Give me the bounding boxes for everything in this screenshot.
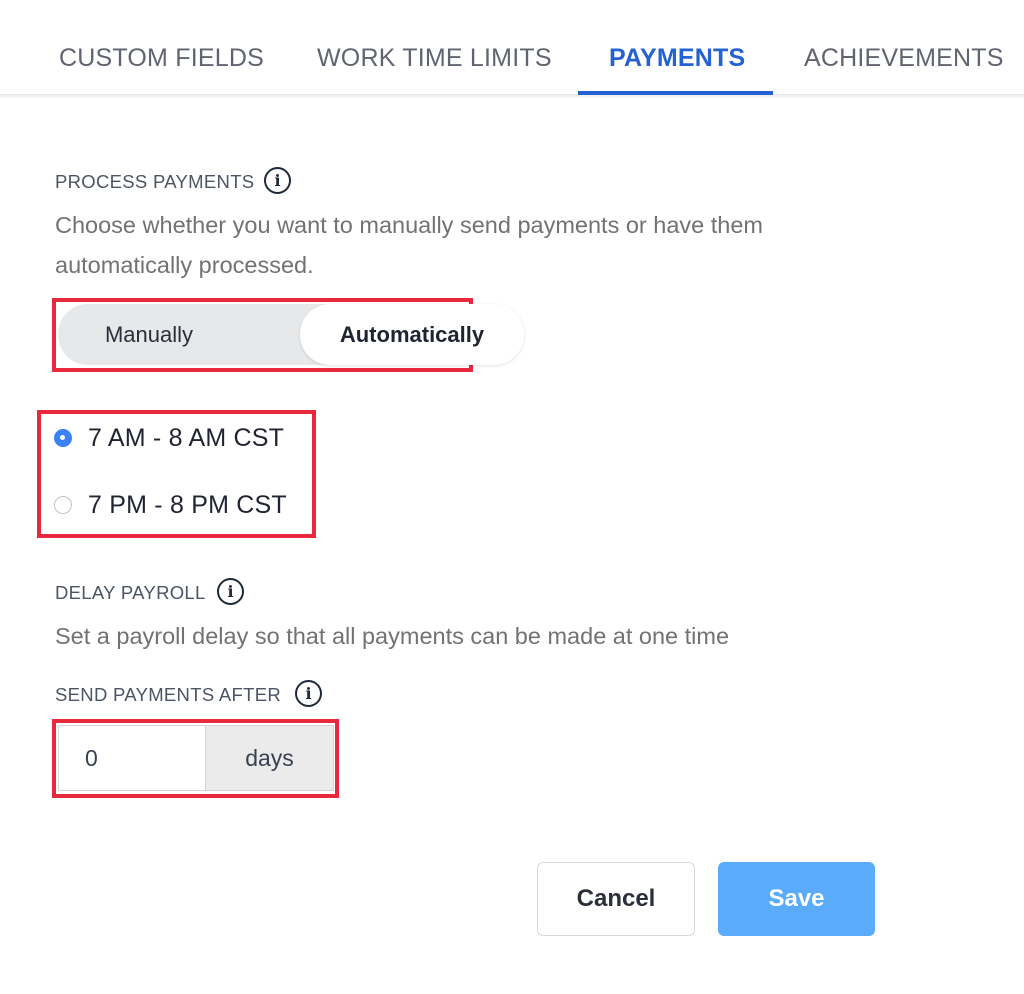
delay-days-input[interactable] <box>59 726 205 790</box>
time-window-label: 7 PM - 8 PM CST <box>88 490 287 519</box>
tab-work-time-limits[interactable]: WORK TIME LIMITS <box>317 44 552 95</box>
days-unit-addon: days <box>205 726 333 790</box>
time-window-label: 7 AM - 8 AM CST <box>88 423 285 452</box>
info-icon[interactable]: i <box>217 578 244 605</box>
save-button[interactable]: Save <box>718 862 875 936</box>
toggle-option-automatically[interactable]: Automatically <box>300 304 524 365</box>
delay-payroll-description: Set a payroll delay so that all payments… <box>55 623 730 649</box>
radio-button-checked[interactable] <box>54 429 72 447</box>
tab-achievements[interactable]: ACHIEVEMENTS <box>804 44 1004 95</box>
info-icon[interactable]: i <box>295 680 322 707</box>
toggle-option-manually[interactable]: Manually <box>58 304 240 365</box>
delay-payroll-label: DELAY PAYROLL <box>55 582 206 603</box>
cancel-button[interactable]: Cancel <box>537 862 695 936</box>
tab-custom-fields[interactable]: CUSTOM FIELDS <box>59 44 264 95</box>
time-window-option-am[interactable]: 7 AM - 8 AM CST <box>54 421 284 455</box>
delay-days-input-group: days <box>58 725 334 791</box>
radio-button-unchecked[interactable] <box>54 496 72 514</box>
tab-payments[interactable]: PAYMENTS <box>609 44 745 95</box>
tab-bar: CUSTOM FIELDS WORK TIME LIMITS PAYMENTS … <box>0 0 1024 95</box>
send-payments-after-label: SEND PAYMENTS AFTER <box>55 684 282 705</box>
process-payments-label: PROCESS PAYMENTS <box>55 171 255 192</box>
process-payments-description: Choose whether you want to manually send… <box>55 212 764 278</box>
time-window-option-pm[interactable]: 7 PM - 8 PM CST <box>54 488 287 522</box>
active-tab-indicator <box>578 91 773 95</box>
payment-mode-toggle[interactable]: Manually Automatically <box>58 304 524 365</box>
info-icon[interactable]: i <box>264 167 291 194</box>
